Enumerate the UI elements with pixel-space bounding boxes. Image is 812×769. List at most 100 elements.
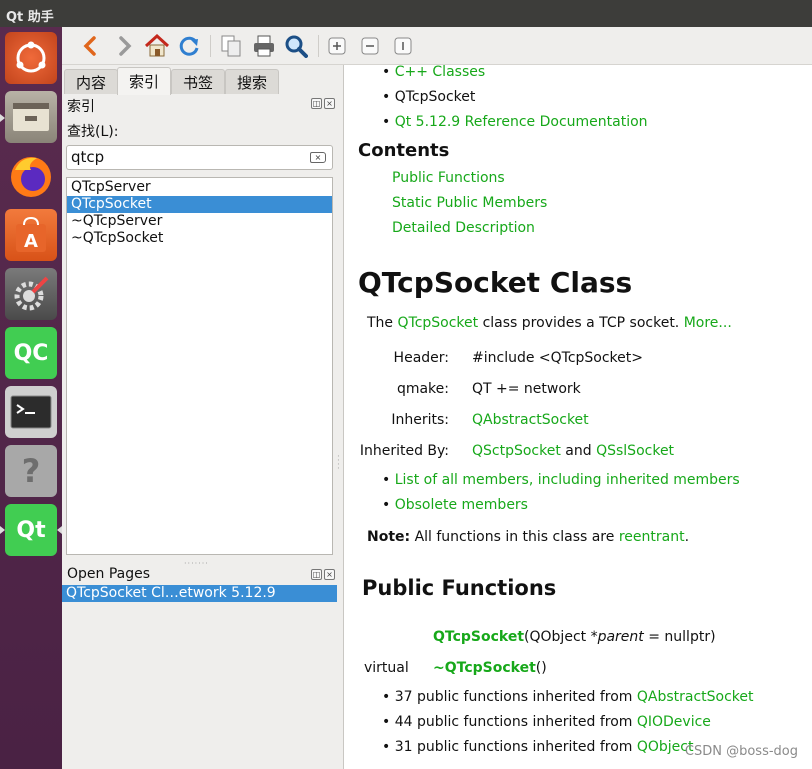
intro-text: The [367,315,398,331]
close-icon[interactable]: × [324,569,335,580]
inherits-link[interactable]: QAbstractSocket [472,412,589,428]
svg-text:A: A [24,231,38,252]
inherited-by-label: Inherited By: [359,443,449,459]
contents-heading: Contents [358,140,450,161]
forward-icon[interactable] [111,32,139,60]
reentrant-link[interactable]: reentrant [619,529,685,545]
member-link-item: • Obsolete members [382,497,528,513]
qmake-value: QT += network [472,381,581,397]
breadcrumb-link[interactable]: Qt 5.12.9 Reference Documentation [395,114,648,130]
documentation-view: • C++ Classes • QTcpSocket • Qt 5.12.9 R… [344,65,812,769]
function-row: ~QTcpSocket() [433,660,547,676]
toolbar-separator [318,35,319,57]
clear-icon[interactable]: × [310,152,326,163]
contents-link[interactable]: Public Functions [392,170,505,186]
index-results-list: QTcpServer QTcpSocket ~QTcpServer ~QTcpS… [66,177,333,555]
open-pages-title: Open Pages [67,566,151,582]
tab-bookmarks[interactable]: 书签 [171,69,225,94]
list-item[interactable]: ~QTcpSocket [67,230,332,247]
reset-zoom-icon[interactable] [389,32,417,60]
find-label: 查找(L): [67,124,119,140]
inherited-class-link[interactable]: QAbstractSocket [637,689,754,705]
inherited-by-link[interactable]: QSctpSocket [472,443,561,459]
inherited-text: 44 public functions inherited from [394,714,637,730]
find-icon[interactable] [282,32,310,60]
breadcrumb-current: QTcpSocket [394,89,476,105]
help-label: ? [21,452,41,490]
inherited-class-link[interactable]: QIODevice [637,714,711,730]
float-icon[interactable]: ◫ [311,569,322,580]
breadcrumb-link[interactable]: C++ Classes [395,65,485,80]
inherits-label: Inherits: [391,412,449,428]
left-panel: 内容 索引 书签 搜索 索引 ◫ × 查找(L): qtcp × QTcpSer… [62,65,343,769]
class-link[interactable]: QTcpSocket [398,315,479,331]
function-row: QTcpSocket(QObject *parent = nullptr) [433,629,716,645]
inherited-functions-item: • 44 public functions inherited from QIO… [382,714,711,730]
copy-icon[interactable] [217,32,245,60]
header-value: #include <QTcpSocket> [472,350,644,366]
qt-assistant-label: Qt [16,517,46,543]
tab-label: 内容 [75,73,106,92]
tab-search[interactable]: 搜索 [225,69,279,94]
public-functions-heading: Public Functions [362,576,557,600]
inherited-by-value: QSctpSocket and QSslSocket [472,443,674,459]
help-icon[interactable]: ? [5,445,57,497]
sidebar-tabs: 内容 索引 书签 搜索 [62,67,343,95]
contents-link[interactable]: Detailed Description [392,220,535,236]
qt-assistant-icon[interactable]: Qt [5,504,57,556]
watermark: CSDN @boss-dog [684,744,798,759]
toolbar-separator [210,35,211,57]
tab-label: 搜索 [236,73,267,92]
qt-creator-icon[interactable]: QC [5,327,57,379]
index-dock-buttons: ◫ × [311,98,335,109]
list-item-selected[interactable]: QTcpSocket [67,196,332,213]
all-members-link[interactable]: List of all members, including inherited… [395,472,740,488]
qt-creator-label: QC [13,340,49,366]
ubuntu-dash-icon[interactable] [5,32,57,84]
tab-index[interactable]: 索引 [117,67,171,95]
inherited-functions-item: • 37 public functions inherited from QAb… [382,689,754,705]
list-item[interactable]: QTcpServer [67,179,332,196]
header-label: Header: [393,350,449,366]
index-dock-title: 索引 [67,99,95,115]
open-page-item[interactable]: QTcpSocket Cl…etwork 5.12.9 [62,585,337,602]
function-link[interactable]: QTcpSocket [433,629,524,645]
function-qualifier: virtual [364,660,409,676]
obsolete-members-link[interactable]: Obsolete members [395,497,528,513]
more-link[interactable]: More... [684,315,732,331]
inherited-by-link[interactable]: QSslSocket [596,443,674,459]
contents-link[interactable]: Static Public Members [392,195,547,211]
member-link-item: • List of all members, including inherit… [382,472,740,488]
divider-grip[interactable]: · · · · [337,453,340,474]
and-text: and [560,443,597,459]
inherited-text: 37 public functions inherited from [394,689,637,705]
back-icon[interactable] [76,32,104,60]
tab-label: 书签 [182,73,213,92]
sync-icon[interactable] [175,32,203,60]
home-icon[interactable] [143,32,171,60]
qmake-label: qmake: [396,381,449,397]
print-icon[interactable] [250,32,278,60]
system-settings-icon[interactable] [5,268,57,320]
float-icon[interactable]: ◫ [311,98,322,109]
list-item[interactable]: ~QTcpServer [67,213,332,230]
breadcrumb-item: • C++ Classes [382,65,486,80]
launcher: A QC ? Qt [0,27,62,769]
function-link[interactable]: ~QTcpSocket [433,660,536,676]
firefox-icon[interactable] [5,150,57,202]
index-search-input[interactable]: qtcp × [66,145,333,170]
window-title-bar: Qt 助手 [0,0,812,27]
note-end: . [684,529,690,545]
files-icon[interactable] [5,91,57,143]
software-center-icon[interactable]: A [5,209,57,261]
window-title: Qt 助手 [6,10,54,25]
close-icon[interactable]: × [324,98,335,109]
tab-contents[interactable]: 内容 [64,69,118,94]
page-title: QTcpSocket Class [358,266,633,299]
terminal-icon[interactable] [5,386,57,438]
zoom-out-icon[interactable] [356,32,384,60]
splitter-handle[interactable]: ······· [184,559,209,568]
intro-text: class provides a TCP socket. [478,315,684,331]
zoom-in-icon[interactable] [323,32,351,60]
note-text: All functions in this class are [410,529,619,545]
